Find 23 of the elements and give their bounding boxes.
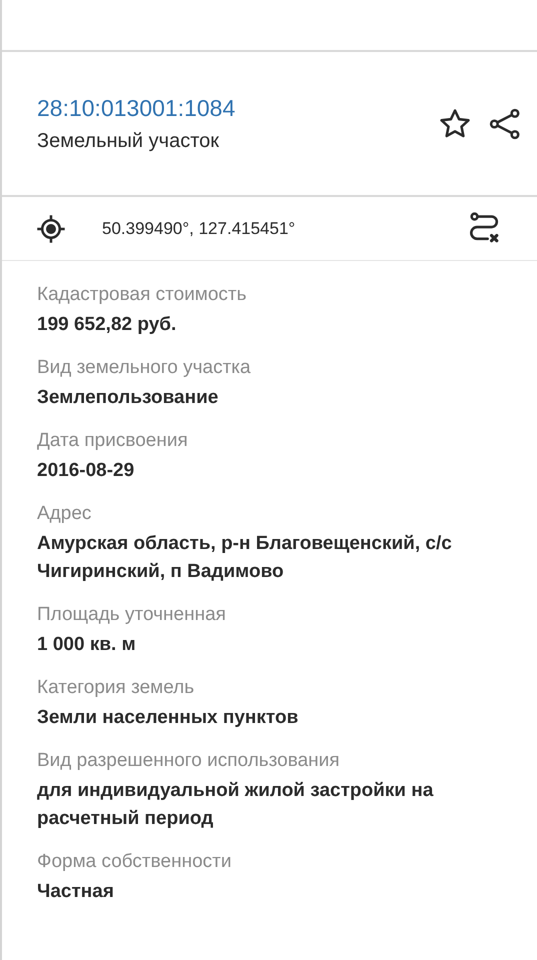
field-value: для индивидуальной жилой застройки на расчетный период (37, 779, 434, 831)
field-label: Вид разрешенного использования (37, 749, 341, 773)
field-value: 2016-08-29 (37, 459, 136, 483)
field-label: Кадастровая стоимость (37, 283, 248, 307)
field-value: 1 000 кв. м (37, 633, 137, 657)
cadastral-number: 28:10:013001:1084 (37, 94, 236, 122)
field-value: Частная (37, 880, 115, 904)
star-icon (438, 106, 472, 140)
field-value: Амурская область, р-н Благовещенский, с/с Чигиринский, п Вадимово (37, 532, 453, 584)
share-icon (488, 106, 522, 140)
field-value: Землепользование (37, 386, 220, 410)
field-label: Адрес (37, 502, 92, 526)
field-label: Площадь уточненная (37, 603, 227, 627)
field-value: Земли населенных пунктов (37, 706, 300, 730)
field-label: Форма собственности (37, 850, 232, 874)
field-label: Вид земельного участка (37, 356, 252, 380)
location-target-icon[interactable] (36, 214, 66, 244)
field-label: Дата присвоения (37, 429, 189, 453)
coordinates-text: 50.399490°, 127.415451° (102, 218, 296, 240)
route-icon[interactable] (469, 212, 501, 246)
field-label: Категория земель (37, 676, 196, 700)
object-type: Земельный участок (37, 128, 220, 154)
field-value: 199 652,82 руб. (37, 313, 178, 337)
